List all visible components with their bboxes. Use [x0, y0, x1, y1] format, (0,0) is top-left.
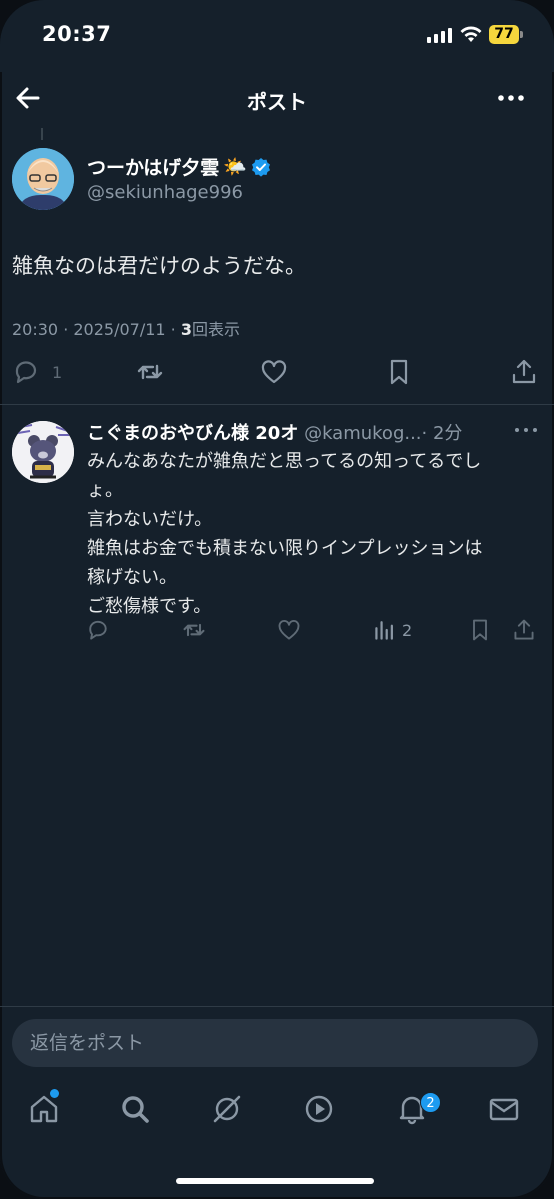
- reply-text-line: ご愁傷様です。: [87, 596, 212, 617]
- top-header: ポスト: [0, 72, 554, 128]
- tab-home[interactable]: [28, 1093, 62, 1127]
- post-text: 雑魚なのは君だけのようだな。: [12, 254, 306, 278]
- play-icon: [305, 1095, 333, 1123]
- reply-icon: [89, 620, 107, 640]
- reply-author-handle[interactable]: @kamukog...: [304, 423, 421, 444]
- status-bar: 20:37 77: [0, 0, 554, 72]
- analytics-icon: [375, 621, 393, 640]
- tab-grok[interactable]: [211, 1093, 245, 1127]
- battery-indicator: 77: [489, 25, 523, 44]
- reply-count: 1: [52, 363, 63, 382]
- share-icon: [514, 619, 534, 640]
- reply-action-bar: 2: [0, 618, 554, 648]
- composer-divider: [0, 1006, 554, 1007]
- cellular-signal-icon: [427, 27, 452, 43]
- bookmark-icon: [473, 619, 487, 641]
- status-time: 20:37: [42, 22, 112, 46]
- notifications-badge: 2: [420, 1092, 441, 1113]
- reply-more-icon[interactable]: [512, 420, 540, 440]
- author-avatar[interactable]: [12, 148, 74, 210]
- reply-reply-button[interactable]: [86, 618, 116, 648]
- home-new-indicator: [50, 1089, 59, 1098]
- reply-header: こぐまのおやびん様 20オ @kamukog...· 2分: [87, 419, 507, 445]
- reply-icon: [15, 361, 37, 384]
- bottom-tab-bar: [0, 1085, 554, 1145]
- repost-icon: [137, 364, 163, 380]
- views-label: 回表示: [191, 320, 240, 339]
- reply-views-button[interactable]: [373, 618, 403, 648]
- wifi-icon: [460, 26, 482, 42]
- reply-time: · 2分: [421, 423, 463, 444]
- post-divider: [0, 404, 554, 405]
- heart-icon: [278, 619, 300, 640]
- reply-bookmark-button[interactable]: [468, 618, 498, 648]
- grok-icon: [213, 1095, 241, 1123]
- reply-author-name[interactable]: こぐまのおやびん様 20オ: [87, 423, 298, 444]
- reply-button[interactable]: [12, 358, 42, 388]
- share-icon: [512, 359, 536, 384]
- post-timestamp: 20:30 · 2025/07/11 ·: [12, 320, 181, 339]
- reply-text-line: みんなあなたが雑魚だと思ってるの知ってるでし: [87, 451, 482, 472]
- reply-text-line: 雑魚はお金でも積まない限りインプレッションは: [87, 538, 483, 559]
- views-count[interactable]: 3: [181, 320, 192, 339]
- share-button[interactable]: [510, 358, 540, 388]
- author-name-text: つーかはげ夕雲: [87, 157, 220, 179]
- reply-text-line: ょ。: [87, 480, 123, 501]
- more-options-icon[interactable]: [496, 86, 526, 110]
- reply-repost-button[interactable]: [182, 618, 212, 648]
- reply-text: みんなあなたが雑魚だと思ってるの知ってるでし ょ。 言わないだけ。 雑魚はお金で…: [87, 447, 542, 621]
- search-icon: [122, 1096, 149, 1123]
- repost-button[interactable]: [136, 358, 166, 388]
- reply-views-count: 2: [402, 621, 413, 640]
- reply-input[interactable]: [12, 1019, 538, 1067]
- reply-composer[interactable]: [12, 1019, 538, 1067]
- repost-icon: [183, 623, 205, 637]
- author-handle[interactable]: @sekiunhage996: [87, 182, 243, 203]
- reply-author-avatar[interactable]: [12, 421, 74, 483]
- reply-text-line: 稼げない。: [87, 567, 177, 588]
- post-action-bar: 1: [0, 358, 554, 394]
- author-name[interactable]: つーかはげ夕雲 🌤️: [87, 153, 271, 180]
- page-title: ポスト: [247, 90, 307, 114]
- bookmark-button[interactable]: [385, 358, 415, 388]
- tab-messages[interactable]: [488, 1093, 522, 1127]
- reply-share-button[interactable]: [512, 618, 542, 648]
- mail-icon: [489, 1098, 519, 1121]
- weather-emoji: 🌤️: [223, 156, 247, 178]
- bookmark-icon: [390, 359, 408, 385]
- thread-connector-line: [41, 128, 43, 140]
- phone-screen: 20:37 77 ポスト つーかはげ夕雲 🌤️ @sekiunhage996 雑…: [0, 0, 554, 1199]
- heart-icon: [261, 360, 287, 384]
- tab-search[interactable]: [119, 1093, 153, 1127]
- reply-like-button[interactable]: [277, 618, 307, 648]
- reply-text-line: 言わないだけ。: [87, 509, 213, 530]
- post-metadata: 20:30 · 2025/07/11 · 3回表示: [12, 316, 240, 340]
- tab-video[interactable]: [303, 1093, 337, 1127]
- like-button[interactable]: [260, 358, 290, 388]
- home-indicator[interactable]: [176, 1178, 374, 1184]
- verified-badge-icon: [251, 157, 270, 177]
